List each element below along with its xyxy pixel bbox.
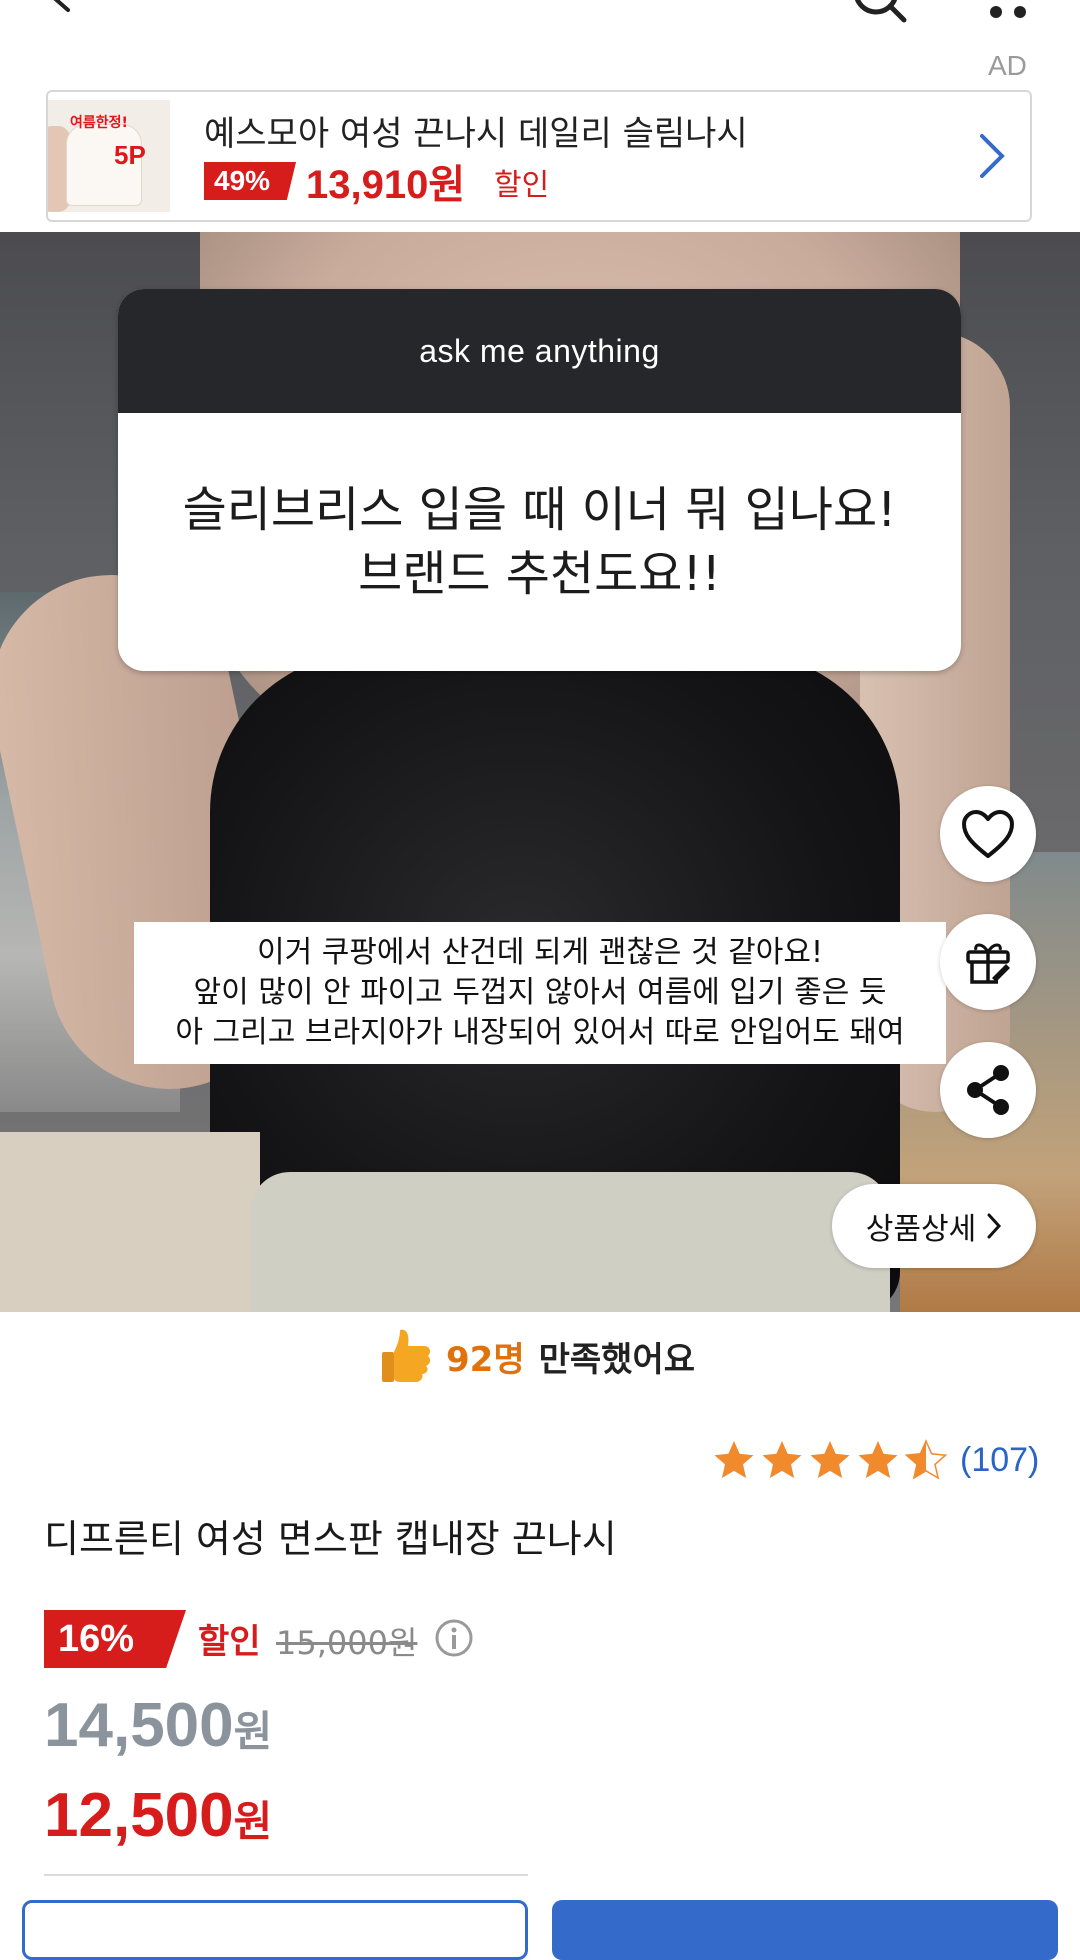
- answer-caption: 이거 쿠팡에서 산건데 되게 괜찮은 것 같아요! 앞이 많이 안 파이고 두껍…: [134, 922, 946, 1064]
- ad-thumbnail: 여름한정! 5P: [48, 100, 170, 212]
- heart-icon: [962, 810, 1014, 858]
- top-bar: [0, 0, 1080, 50]
- original-price: 15,000원: [276, 1624, 418, 1662]
- star-half-icon: [904, 1439, 948, 1480]
- star-icon: [858, 1441, 898, 1478]
- question-header: ask me anything: [118, 289, 961, 413]
- answer-line: 아 그리고 브라지아가 내장되어 있어서 따로 안입어도 돼여: [175, 1015, 905, 1050]
- final-price: 12,500원: [44, 1780, 272, 1851]
- ad-thumb-count: 5P: [114, 140, 146, 170]
- answer-line: 이거 쿠팡에서 산건데 되게 괜찮은 것 같아요!: [256, 935, 824, 970]
- product-title: 디프른티 여성 면스판 캡내장 끈나시: [44, 1517, 617, 1561]
- divider: [44, 1874, 528, 1876]
- question-card: ask me anything 슬리브리스 입을 때 이너 뭐 입나요! 브랜드…: [118, 289, 961, 671]
- final-price-number: 12,500: [44, 1781, 234, 1850]
- product-detail-button[interactable]: 상품상세: [832, 1184, 1036, 1268]
- share-button[interactable]: [940, 1042, 1036, 1138]
- satisfied-label: 만족했어요: [538, 1339, 696, 1380]
- thumbs-up-icon: [382, 1329, 431, 1382]
- ad-sale-label: 할인: [494, 168, 550, 203]
- question-line: 슬리브리스 입을 때 이너 뭐 입나요!: [182, 482, 897, 538]
- ad-tag: AD: [988, 50, 1027, 81]
- review-count[interactable]: (107): [960, 1441, 1039, 1480]
- ad-price: 13,910원: [306, 163, 466, 207]
- gift-icon: [966, 943, 1010, 984]
- satisfaction-summary: 92명 만족했어요: [380, 1322, 695, 1390]
- cart-button[interactable]: [22, 1900, 528, 1960]
- chevron-right-icon[interactable]: [972, 128, 1012, 184]
- question-line: 브랜드 추천도요!!: [358, 546, 721, 602]
- star-icon: [810, 1441, 850, 1478]
- ad-discount-badge: 49%: [204, 162, 297, 200]
- ad-thumb-badge: 여름한정!: [70, 115, 128, 131]
- gift-button[interactable]: [940, 914, 1036, 1010]
- question-text: 슬리브리스 입을 때 이너 뭐 입나요! 브랜드 추천도요!!: [118, 413, 961, 671]
- ad-banner[interactable]: 여름한정! 5P 예스모아 여성 끈나시 데일리 슬림나시 49% 13,910…: [46, 90, 1032, 222]
- satisfied-count: 92명: [446, 1339, 525, 1380]
- discount-label: 할인: [198, 1622, 261, 1662]
- price-before-coupon: 14,500원: [44, 1690, 272, 1761]
- like-button[interactable]: [940, 786, 1036, 882]
- search-icon[interactable]: [848, 0, 908, 26]
- price-unit: 원: [233, 1798, 273, 1845]
- more-icon[interactable]: [986, 0, 1030, 24]
- price-before-coupon-number: 14,500: [44, 1691, 234, 1760]
- buy-button[interactable]: [552, 1900, 1058, 1960]
- rating[interactable]: (107): [712, 1438, 1039, 1482]
- answer-line: 앞이 많이 안 파이고 두껍지 않아서 여름에 입기 좋은 듯: [193, 975, 887, 1010]
- product-detail-label: 상품상세: [865, 1212, 977, 1247]
- ad-title: 예스모아 여성 끈나시 데일리 슬림나시: [204, 114, 748, 154]
- star-icon: [762, 1441, 802, 1478]
- price-unit: 원: [233, 1708, 273, 1755]
- info-icon[interactable]: [434, 1618, 474, 1658]
- star-icon: [714, 1441, 754, 1478]
- discount-badge: 16%: [44, 1610, 186, 1668]
- share-icon: [967, 1065, 1009, 1115]
- back-arrow-icon[interactable]: [42, 0, 78, 14]
- chevron-right-icon: [987, 1213, 1002, 1239]
